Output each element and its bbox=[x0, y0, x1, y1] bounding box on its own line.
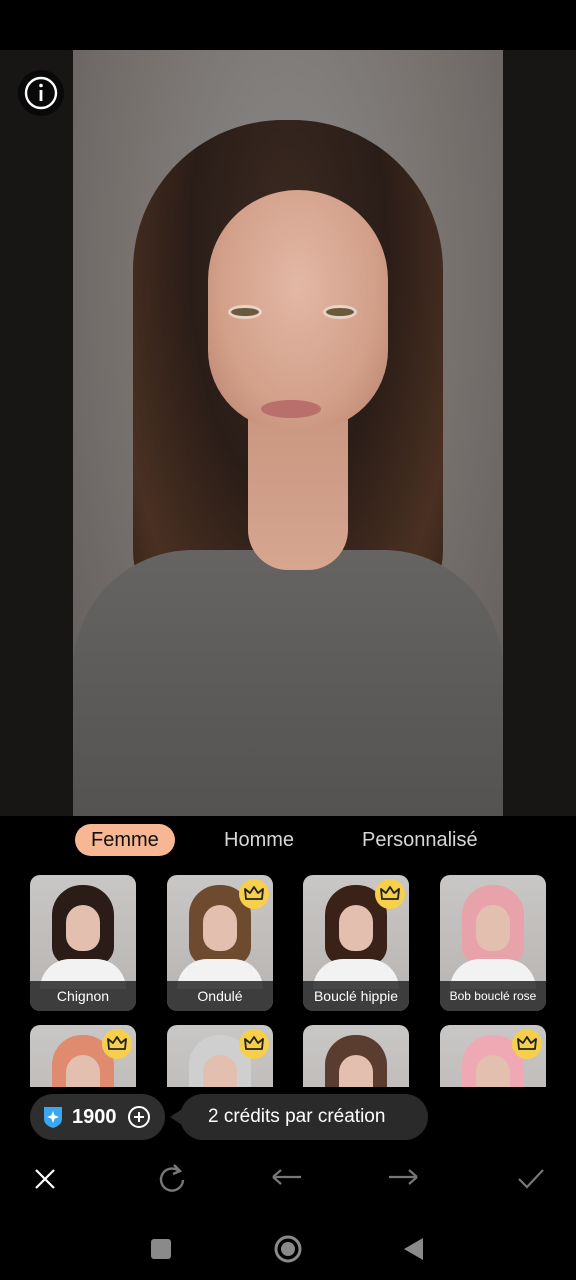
style-tile[interactable] bbox=[440, 1025, 546, 1087]
tab-homme[interactable]: Homme bbox=[224, 824, 294, 856]
back-triangle-icon bbox=[404, 1238, 423, 1260]
hairstyle-grid: Chignon Ondulé Bouclé hippie Bob bouclé … bbox=[30, 875, 546, 1087]
nav-recents-button[interactable] bbox=[146, 1234, 176, 1264]
crown-icon bbox=[102, 1029, 132, 1059]
close-button[interactable] bbox=[28, 1162, 62, 1196]
tile-face bbox=[203, 1055, 237, 1087]
style-tile-bob-boucle-rose[interactable]: Bob bouclé rose bbox=[440, 875, 546, 1011]
tile-face bbox=[203, 905, 237, 951]
bottom-panel: Femme Homme Personnalisé Chignon Ondulé bbox=[0, 816, 576, 1280]
photo-canvas bbox=[0, 50, 576, 816]
crown-icon bbox=[239, 1029, 269, 1059]
square-icon bbox=[151, 1239, 171, 1259]
close-icon bbox=[35, 1169, 55, 1189]
reset-button[interactable] bbox=[155, 1162, 189, 1196]
tile-face bbox=[339, 905, 373, 951]
tile-label: Chignon bbox=[30, 981, 136, 1011]
tile-label: Bob bouclé rose bbox=[440, 981, 546, 1011]
undo-button[interactable] bbox=[270, 1162, 304, 1196]
tile-face bbox=[476, 905, 510, 951]
credits-tooltip: 2 crédits par création bbox=[170, 1094, 428, 1140]
style-tile[interactable] bbox=[303, 1025, 409, 1087]
tab-personnalise[interactable]: Personnalisé bbox=[362, 824, 478, 856]
photo-shirt bbox=[73, 550, 503, 816]
info-button[interactable] bbox=[18, 70, 64, 116]
status-bar bbox=[0, 0, 576, 50]
undo-icon bbox=[272, 1169, 301, 1185]
tile-face bbox=[476, 1055, 510, 1087]
tile-face bbox=[66, 1055, 100, 1087]
tile-face bbox=[339, 1055, 373, 1087]
crown-icon bbox=[512, 1029, 542, 1059]
redo-button[interactable] bbox=[386, 1162, 420, 1196]
style-tile-ondule[interactable]: Ondulé bbox=[167, 875, 273, 1011]
credits-balance[interactable]: 1900 bbox=[30, 1094, 165, 1140]
circle-icon bbox=[274, 1235, 302, 1263]
info-icon bbox=[24, 76, 58, 110]
crown-icon bbox=[375, 879, 405, 909]
tile-label: Ondulé bbox=[167, 981, 273, 1011]
diamond-icon bbox=[44, 1107, 62, 1128]
edit-toolbar bbox=[0, 1156, 576, 1200]
tab-femme[interactable]: Femme bbox=[75, 824, 175, 856]
system-navbar bbox=[0, 1226, 576, 1266]
credits-amount: 1900 bbox=[72, 1105, 117, 1128]
check-icon bbox=[518, 1169, 544, 1189]
nav-back-button[interactable] bbox=[398, 1234, 428, 1264]
photo-lips bbox=[261, 400, 321, 418]
portrait-photo bbox=[73, 50, 503, 816]
style-tile[interactable] bbox=[167, 1025, 273, 1087]
category-tabs: Femme Homme Personnalisé bbox=[0, 820, 576, 860]
nav-home-button[interactable] bbox=[273, 1234, 303, 1264]
crown-icon bbox=[239, 879, 269, 909]
confirm-button[interactable] bbox=[514, 1162, 548, 1196]
photo-eye-right bbox=[323, 305, 357, 319]
tile-label: Bouclé hippie bbox=[303, 981, 409, 1011]
photo-eye-left bbox=[228, 305, 262, 319]
plus-circle-icon[interactable] bbox=[127, 1105, 151, 1129]
redo-icon bbox=[389, 1169, 418, 1185]
tile-face bbox=[66, 905, 100, 951]
style-tile-boucle-hippie[interactable]: Bouclé hippie bbox=[303, 875, 409, 1011]
style-tile[interactable] bbox=[30, 1025, 136, 1087]
refresh-icon bbox=[159, 1164, 185, 1192]
style-tile-chignon[interactable]: Chignon bbox=[30, 875, 136, 1011]
